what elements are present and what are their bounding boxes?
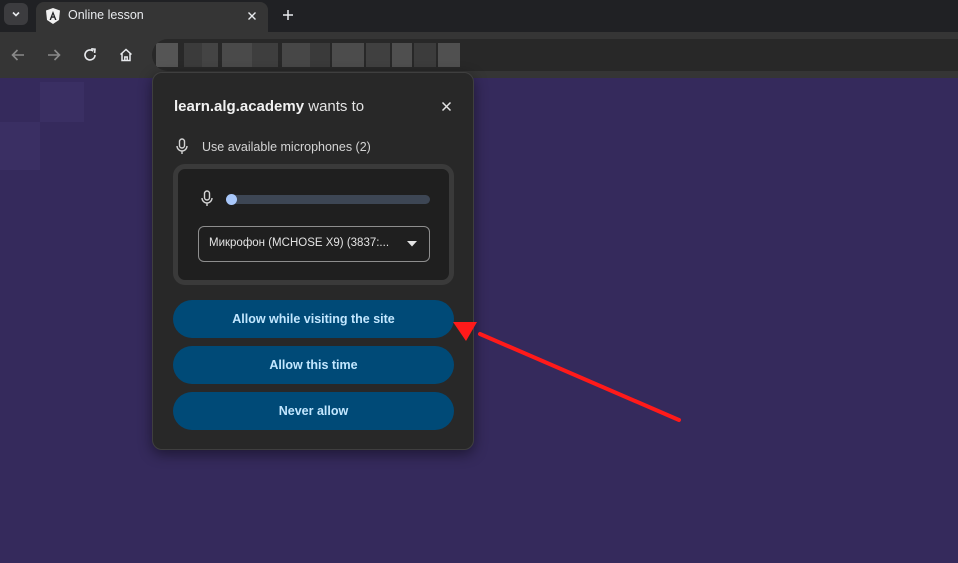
- reload-button[interactable]: [78, 43, 102, 67]
- plus-icon: [283, 10, 293, 20]
- letter-a-shield-icon: [46, 8, 60, 24]
- site-domain: learn.alg.academy: [174, 98, 305, 115]
- tab-search-button[interactable]: [4, 3, 28, 25]
- browser-window: Online lesson learn.alg.academy wants to…: [0, 0, 958, 563]
- microphone-select-value: Микрофон (MCHOSE X9) (3837:...: [209, 237, 390, 249]
- faded-page-element: [0, 122, 40, 170]
- browser-toolbar: [0, 32, 958, 78]
- faded-page-element: [40, 82, 84, 122]
- title-suffix: wants to: [304, 98, 365, 115]
- dialog-close-button[interactable]: [435, 95, 457, 117]
- reload-icon: [84, 48, 96, 61]
- dropdown-caret-icon: [407, 241, 417, 247]
- close-icon: [248, 12, 256, 20]
- home-icon: [119, 48, 133, 62]
- microphone-permission-dialog: learn.alg.academy wants to Use available…: [152, 72, 474, 450]
- dialog-title: learn.alg.academy wants to: [174, 98, 364, 115]
- back-arrow-icon: [11, 49, 24, 61]
- tab-strip: Online lesson: [0, 0, 958, 32]
- tab-online-lesson[interactable]: Online lesson: [36, 2, 268, 32]
- page-content: [0, 78, 958, 563]
- microphone-select[interactable]: Микрофон (MCHOSE X9) (3837:...: [198, 226, 430, 262]
- mic-level-indicator: [226, 194, 237, 205]
- chevron-down-icon: [12, 11, 20, 17]
- mic-level-meter: [226, 194, 430, 205]
- forward-button[interactable]: [42, 43, 66, 67]
- address-bar[interactable]: [152, 39, 958, 71]
- microphone-panel: Микрофон (MCHOSE X9) (3837:...: [173, 164, 454, 285]
- never-allow-button[interactable]: Never allow: [173, 392, 454, 430]
- forward-arrow-icon: [48, 49, 61, 61]
- close-icon: [441, 101, 451, 111]
- allow-while-visiting-button[interactable]: Allow while visiting the site: [173, 300, 454, 338]
- tab-close-button[interactable]: [242, 6, 262, 26]
- blurred-url: [156, 43, 178, 67]
- home-button[interactable]: [114, 43, 138, 67]
- tab-title: Online lesson: [68, 8, 144, 22]
- permission-label: Use available microphones (2): [202, 140, 371, 154]
- back-button[interactable]: [6, 43, 30, 67]
- new-tab-button[interactable]: [276, 3, 300, 27]
- microphone-icon: [176, 138, 188, 154]
- allow-this-time-button[interactable]: Allow this time: [173, 346, 454, 384]
- microphone-icon: [201, 190, 213, 206]
